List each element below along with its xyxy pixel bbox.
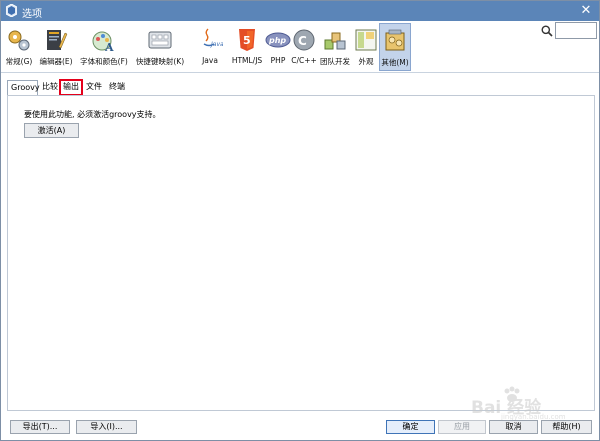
category-general[interactable]: 常规(G) — [3, 23, 35, 71]
options-dialog: 选项 ✕ 常规(G) 编辑器(E) A 字体和颜色(F) 快捷键映射(K) Ja… — [0, 0, 600, 441]
export-button[interactable]: 导出(T)... — [10, 420, 70, 434]
category-label: 常规(G) — [5, 57, 33, 66]
editor-icon — [47, 30, 68, 50]
svg-text:5: 5 — [243, 34, 251, 47]
cpp-icon: C — [293, 29, 315, 51]
search-icon — [541, 25, 553, 37]
html5-icon: 5 — [239, 29, 255, 51]
php-icon: php — [265, 32, 291, 48]
window-title: 选项 — [22, 9, 42, 20]
category-cpp[interactable]: C C/C++ — [291, 23, 317, 71]
category-label: C/C++ — [291, 56, 317, 65]
category-java[interactable]: Java Java — [191, 23, 229, 71]
category-label: Java — [202, 56, 218, 65]
category-html-js[interactable]: 5 HTML/JS — [229, 23, 265, 71]
category-fonts-colors[interactable]: A 字体和颜色(F) — [77, 23, 131, 71]
category-label: 团队开发 — [320, 57, 350, 66]
netbeans-app-icon — [6, 4, 17, 17]
category-appearance[interactable]: 外观 — [353, 23, 379, 71]
apply-button[interactable]: 应用 — [438, 420, 486, 434]
keyboard-icon — [148, 31, 172, 49]
svg-text:A: A — [104, 41, 114, 53]
category-label: HTML/JS — [231, 56, 263, 65]
category-editor[interactable]: 编辑器(E) — [35, 23, 77, 71]
groovy-activation-message: 要使用此功能, 必须激活groovy支持。 — [24, 110, 161, 119]
appearance-icon — [355, 29, 377, 51]
activate-button[interactable]: 激活(A) — [24, 123, 79, 138]
groovy-panel: 要使用此功能, 必须激活groovy支持。 激活(A) — [7, 95, 595, 411]
svg-text:Java: Java — [210, 41, 223, 48]
category-label: 外观 — [358, 57, 374, 66]
tab-groovy[interactable]: Groovy — [7, 80, 40, 96]
ok-button[interactable]: 确定 — [386, 420, 435, 434]
category-team[interactable]: 团队开发 — [317, 23, 353, 71]
tab-compare[interactable]: 比较 — [39, 80, 60, 95]
category-keymap[interactable]: 快捷键映射(K) — [131, 23, 189, 71]
baidu-jingyan-watermark: Bai 经验 jingyan.baidu.com — [471, 383, 593, 423]
category-label: 其他(M) — [381, 58, 409, 67]
java-icon: Java — [203, 28, 223, 48]
help-button[interactable]: 帮助(H) — [541, 420, 592, 434]
misc-icon — [385, 29, 405, 51]
tab-files[interactable]: 文件 — [83, 80, 105, 95]
search-input[interactable] — [556, 23, 596, 38]
category-label: PHP — [270, 56, 286, 65]
category-php[interactable]: php PHP — [265, 23, 291, 71]
close-button[interactable]: ✕ — [577, 2, 595, 19]
search-field[interactable] — [555, 22, 597, 39]
gears-icon — [8, 30, 30, 51]
import-button[interactable]: 导入(I)... — [76, 420, 137, 434]
fonts-colors-icon: A — [92, 31, 114, 53]
category-label: 编辑器(E) — [39, 57, 73, 66]
team-icon — [324, 32, 346, 50]
category-misc[interactable]: 其他(M) — [379, 23, 411, 71]
category-label: 字体和颜色(F) — [80, 57, 128, 66]
tab-terminal[interactable]: 终端 — [106, 80, 128, 95]
svg-text:C: C — [298, 34, 307, 48]
category-toolbar: 常规(G) 编辑器(E) A 字体和颜色(F) 快捷键映射(K) Java Ja… — [1, 21, 599, 73]
cancel-button[interactable]: 取消 — [489, 420, 538, 434]
tab-output[interactable]: 输出 — [59, 79, 83, 96]
category-label: 快捷键映射(K) — [135, 57, 185, 66]
svg-text:php: php — [268, 36, 286, 45]
title-bar: 选项 ✕ — [1, 1, 599, 21]
